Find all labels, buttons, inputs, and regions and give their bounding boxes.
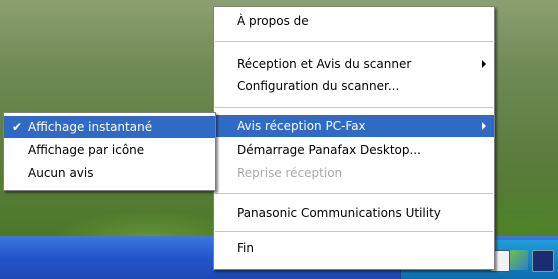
chevron-right-icon xyxy=(482,122,486,130)
menu-item-about[interactable]: À propos de xyxy=(214,10,494,32)
menu-item-label: Réception et Avis du scanner xyxy=(237,57,412,71)
menu-item-exit[interactable]: Fin xyxy=(214,237,494,259)
menu-item-start-panafax-desktop[interactable]: Démarrage Panafax Desktop... xyxy=(214,139,494,161)
submenu-item-label: Affichage par icône xyxy=(28,143,145,157)
menu-item-label: Reprise réception xyxy=(237,166,343,180)
menu-separator xyxy=(215,193,493,194)
chevron-right-icon xyxy=(482,60,486,68)
menu-item-label: Avis réception PC-Fax xyxy=(237,119,366,133)
menu-item-scanner-configuration[interactable]: Configuration du scanner... xyxy=(214,75,494,97)
menu-separator xyxy=(215,231,493,232)
menu-item-label: Démarrage Panafax Desktop... xyxy=(237,143,421,157)
checkmark-icon: ✔ xyxy=(12,120,23,134)
menu-item-label: Panasonic Communications Utility xyxy=(237,206,441,220)
menu-item-resume-reception: Reprise réception xyxy=(214,162,494,184)
submenu-item-label: Aucun avis xyxy=(28,166,94,180)
submenu-pcfax-notification: ✔ Affichage instantané Affichage par icô… xyxy=(3,112,216,191)
menu-separator xyxy=(215,41,493,42)
menu-item-pcfax-notification[interactable]: Avis réception PC-Fax xyxy=(214,115,494,137)
submenu-item-icon-display[interactable]: Affichage par icône xyxy=(4,139,215,161)
submenu-item-instant-display[interactable]: ✔ Affichage instantané xyxy=(4,116,215,138)
menu-item-scanner-notification[interactable]: Réception et Avis du scanner xyxy=(214,53,494,75)
menu-item-label: Fin xyxy=(237,241,254,255)
menu-item-panasonic-utility[interactable]: Panasonic Communications Utility xyxy=(214,202,494,224)
tray-panafax-icon[interactable] xyxy=(532,250,554,272)
menu-item-label: À propos de xyxy=(237,14,309,28)
tray-app-icon[interactable] xyxy=(510,250,528,270)
menu-separator xyxy=(215,107,493,108)
menu-item-label: Configuration du scanner... xyxy=(237,79,400,93)
context-menu: À propos de Réception et Avis du scanner… xyxy=(213,6,495,270)
submenu-item-no-notification[interactable]: Aucun avis xyxy=(4,162,215,184)
submenu-item-label: Affichage instantané xyxy=(28,120,153,134)
